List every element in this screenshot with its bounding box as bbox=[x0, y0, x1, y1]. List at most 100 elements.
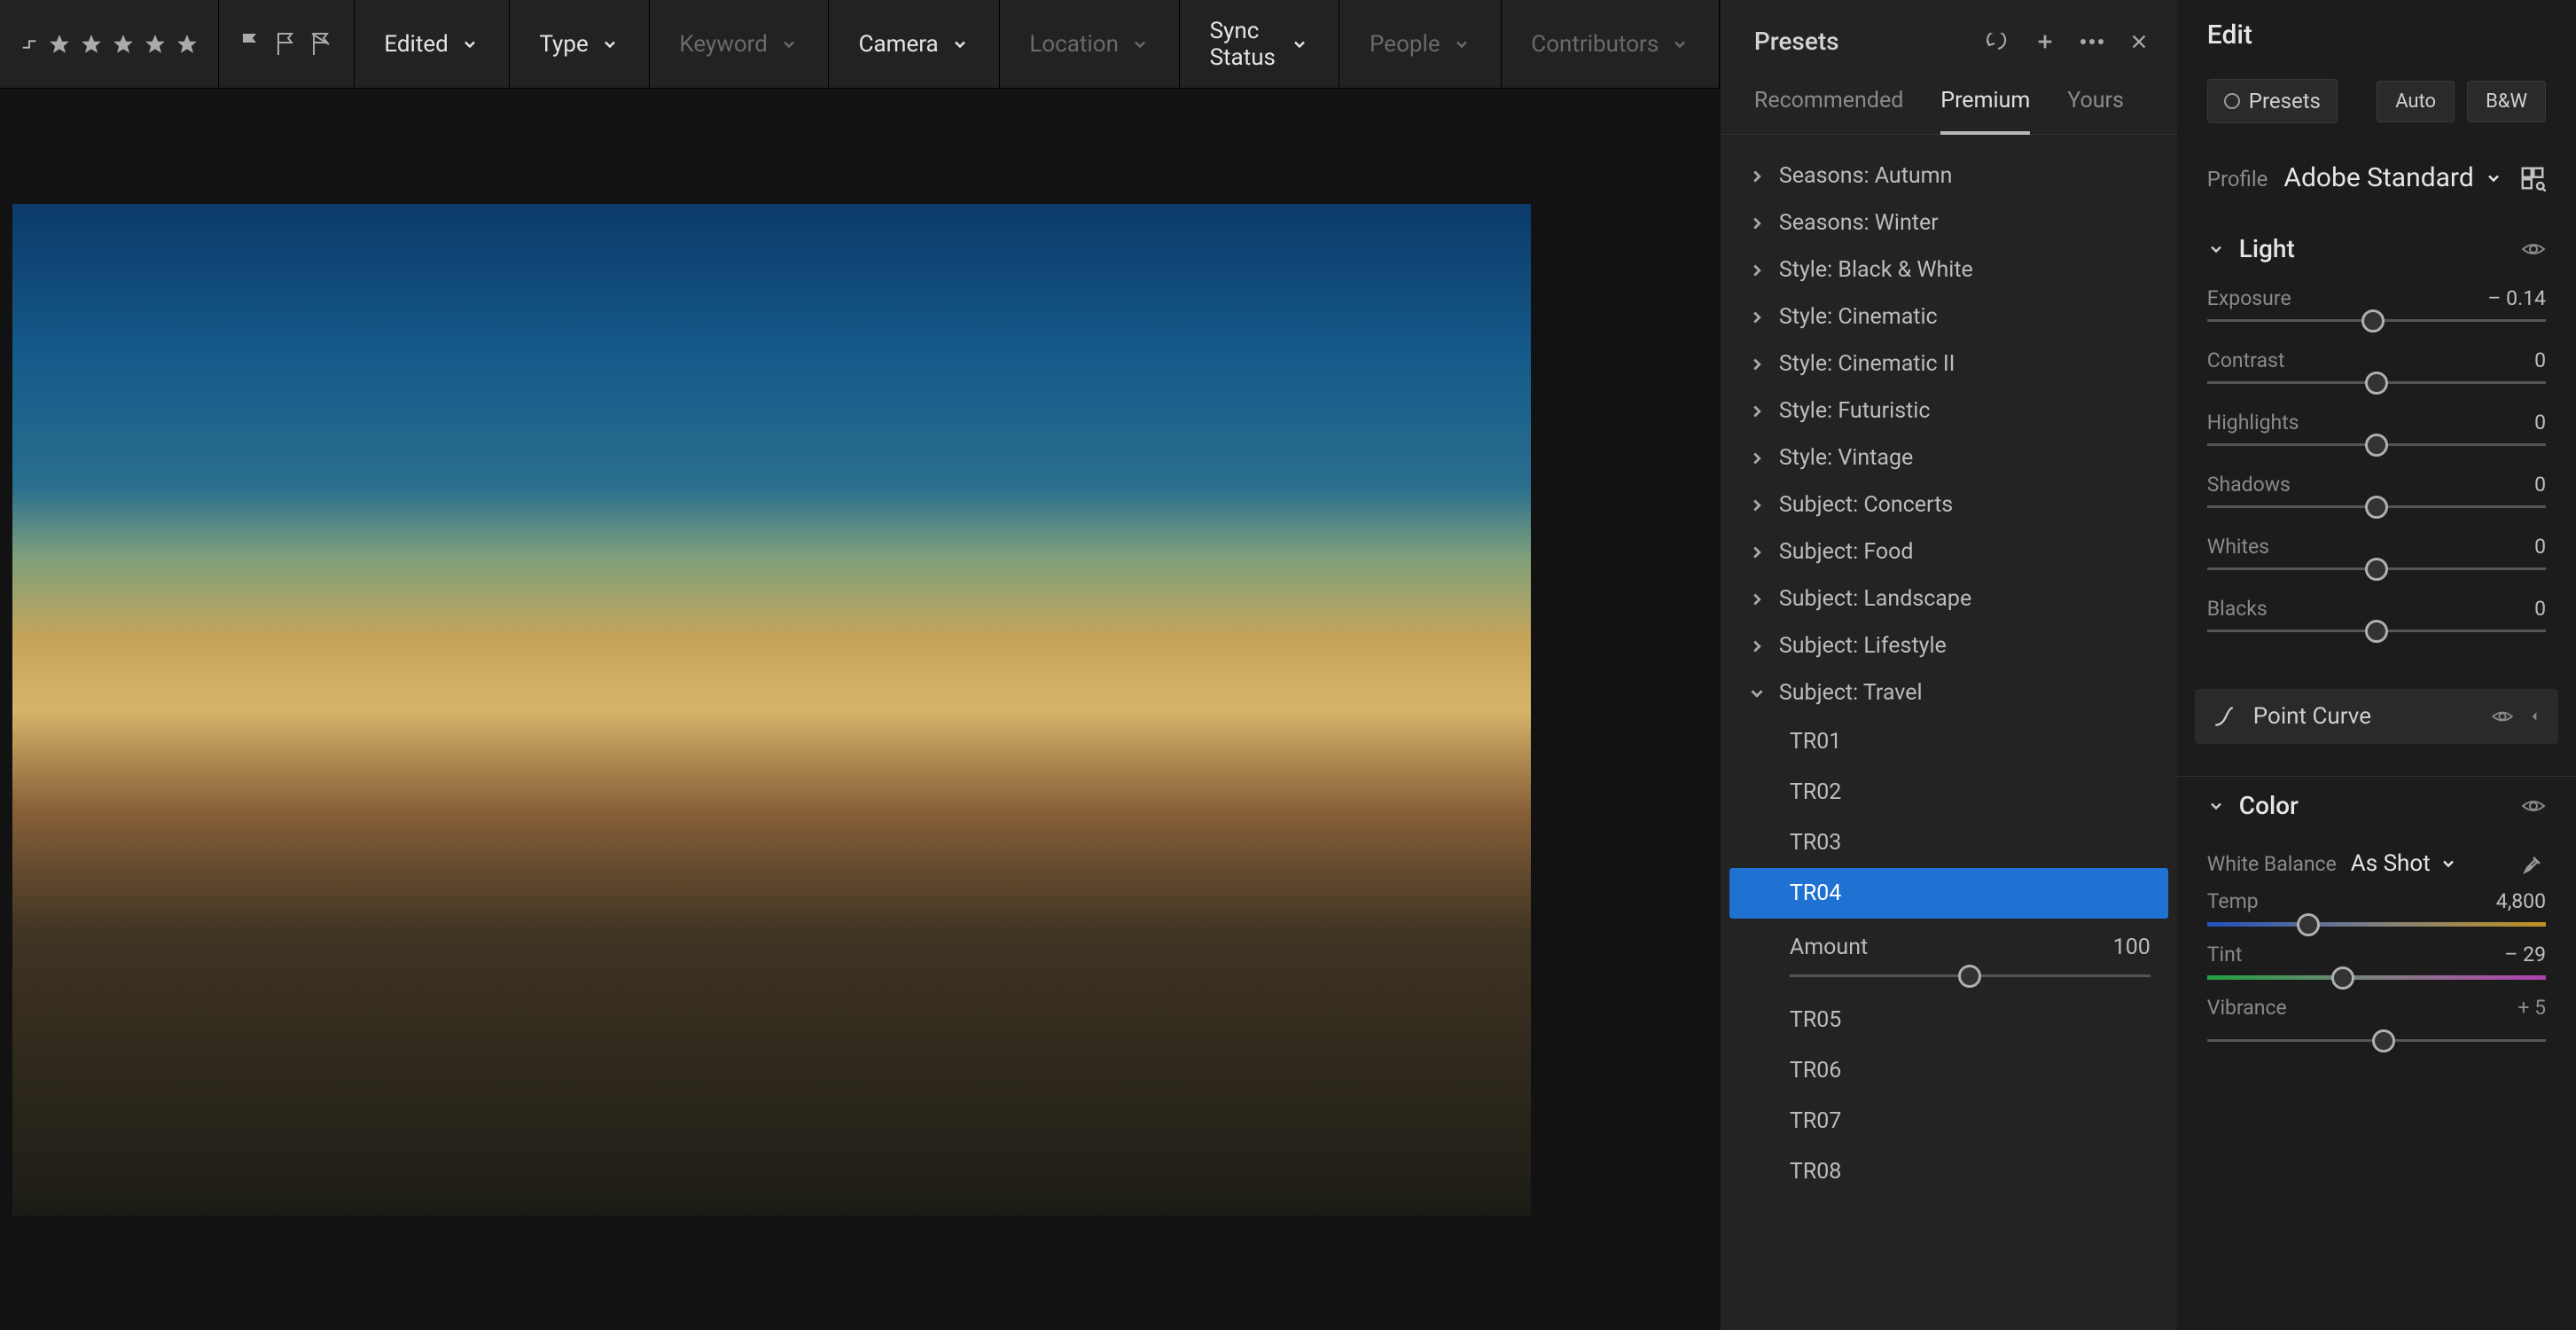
profile-browser-icon[interactable] bbox=[2519, 165, 2546, 192]
preset-group-label: Subject: Concerts bbox=[1779, 492, 1953, 518]
eye-icon[interactable] bbox=[2521, 240, 2546, 258]
amount-label: Amount bbox=[1790, 935, 1868, 960]
point-curve-button[interactable]: Point Curve bbox=[2195, 689, 2558, 744]
flag-picked-icon bbox=[240, 32, 262, 57]
preset-group[interactable]: Seasons: Autumn bbox=[1721, 153, 2177, 200]
blacks-slider[interactable]: Blacks0 bbox=[2207, 597, 2546, 632]
preset-group-label: Seasons: Autumn bbox=[1779, 163, 1952, 189]
rating-filter[interactable] bbox=[0, 33, 218, 56]
chevron-down-icon bbox=[1747, 684, 1767, 703]
tab-yours[interactable]: Yours bbox=[2067, 77, 2124, 134]
filter-keyword[interactable]: Keyword bbox=[649, 0, 828, 88]
eye-icon[interactable] bbox=[2521, 797, 2546, 815]
flag-unflagged-icon bbox=[276, 32, 297, 57]
profile-label: Profile bbox=[2207, 167, 2268, 192]
contrast-slider[interactable]: Contrast0 bbox=[2207, 348, 2546, 384]
tab-recommended[interactable]: Recommended bbox=[1754, 77, 1903, 134]
bw-button[interactable]: B&W bbox=[2467, 81, 2546, 122]
add-icon[interactable] bbox=[2035, 32, 2055, 51]
image-stage bbox=[0, 89, 1720, 1330]
exposure-slider[interactable]: Exposure– 0.14 bbox=[2207, 286, 2546, 322]
eyedropper-icon[interactable] bbox=[2521, 851, 2546, 876]
filter-camera[interactable]: Camera bbox=[829, 0, 999, 88]
edit-panel: Edit Presets Auto B&W Profile Adobe Stan… bbox=[2177, 0, 2576, 1330]
preset-item[interactable]: TR03 bbox=[1721, 818, 2177, 868]
preset-item[interactable]: TR02 bbox=[1721, 767, 2177, 818]
chevron-down-icon[interactable] bbox=[2207, 240, 2225, 258]
flag-rejected-icon bbox=[311, 32, 332, 57]
preset-group-label: Subject: Lifestyle bbox=[1779, 633, 1947, 659]
preset-item[interactable]: TR05 bbox=[1721, 995, 2177, 1045]
chevron-right-icon bbox=[1747, 214, 1767, 233]
star-icon bbox=[80, 33, 103, 56]
light-section-title[interactable]: Light bbox=[2239, 234, 2295, 263]
chevron-right-icon bbox=[1747, 167, 1767, 186]
preset-group-label: Style: Black & White bbox=[1779, 257, 1973, 283]
photo-preview[interactable] bbox=[12, 204, 1531, 1216]
preset-group[interactable]: Subject: Landscape bbox=[1721, 575, 2177, 622]
filter-contributors[interactable]: Contributors bbox=[1501, 0, 1719, 88]
preset-group-label: Subject: Travel bbox=[1779, 680, 1923, 706]
preset-group-label: Style: Vintage bbox=[1779, 445, 1913, 471]
preset-group[interactable]: Subject: Travel bbox=[1721, 669, 2177, 716]
edit-title: Edit bbox=[2207, 20, 2252, 51]
filter-edited[interactable]: Edited bbox=[354, 0, 508, 88]
chevron-right-icon bbox=[1747, 308, 1767, 327]
preset-group[interactable]: Style: Futuristic bbox=[1721, 387, 2177, 434]
presets-button[interactable]: Presets bbox=[2207, 79, 2338, 123]
eye-icon bbox=[2491, 708, 2514, 724]
shadows-slider[interactable]: Shadows0 bbox=[2207, 473, 2546, 508]
preset-group-label: Style: Cinematic II bbox=[1779, 351, 1955, 377]
preset-tabs: Recommended Premium Yours bbox=[1721, 77, 2177, 135]
preset-group[interactable]: Style: Cinematic bbox=[1721, 293, 2177, 340]
preset-list[interactable]: Seasons: Autumn Seasons: Winter Style: Bla… bbox=[1721, 135, 2177, 1330]
undo-icon[interactable] bbox=[1986, 33, 2010, 51]
more-icon[interactable] bbox=[2080, 38, 2104, 45]
chevron-right-icon bbox=[1747, 355, 1767, 374]
presets-title: Presets bbox=[1754, 27, 1839, 56]
preset-group[interactable]: Subject: Concerts bbox=[1721, 481, 2177, 528]
auto-button[interactable]: Auto bbox=[2377, 81, 2455, 122]
tab-premium[interactable]: Premium bbox=[1940, 77, 2030, 135]
chevron-right-icon bbox=[1747, 449, 1767, 468]
preset-group[interactable]: Seasons: Winter bbox=[1721, 200, 2177, 246]
chevron-right-icon bbox=[1747, 590, 1767, 609]
chevron-down-icon[interactable] bbox=[2207, 797, 2225, 815]
vibrance-slider[interactable] bbox=[2207, 1029, 2546, 1053]
filter-type[interactable]: Type bbox=[509, 0, 648, 88]
highlights-slider[interactable]: Highlights0 bbox=[2207, 411, 2546, 446]
whites-slider[interactable]: Whites0 bbox=[2207, 535, 2546, 570]
filter-people[interactable]: People bbox=[1339, 0, 1501, 88]
preset-group-label: Style: Futuristic bbox=[1779, 398, 1931, 424]
profile-dropdown[interactable]: Adobe Standard bbox=[2283, 162, 2502, 193]
chevron-right-icon bbox=[1747, 543, 1767, 562]
curve-icon bbox=[2213, 705, 2236, 728]
filter-sync-status[interactable]: Sync Status bbox=[1180, 0, 1339, 88]
temp-slider[interactable] bbox=[2207, 922, 2546, 927]
comparison-icon bbox=[20, 35, 39, 54]
presets-panel: Presets Recommended Premium Yours Season… bbox=[1720, 0, 2177, 1330]
chevron-right-icon bbox=[1747, 496, 1767, 515]
chevron-right-icon bbox=[1747, 637, 1767, 656]
close-icon[interactable] bbox=[2129, 32, 2149, 51]
preset-group[interactable]: Style: Cinematic II bbox=[1721, 340, 2177, 387]
color-section-title[interactable]: Color bbox=[2239, 791, 2299, 820]
star-icon bbox=[176, 33, 199, 56]
preset-group[interactable]: Style: Vintage bbox=[1721, 434, 2177, 481]
tint-slider[interactable] bbox=[2207, 975, 2546, 980]
chevron-right-icon bbox=[1747, 402, 1767, 421]
preset-item[interactable]: TR04 bbox=[1729, 868, 2168, 919]
amount-slider[interactable] bbox=[1721, 966, 2177, 995]
preset-group[interactable]: Subject: Lifestyle bbox=[1721, 622, 2177, 669]
preset-item[interactable]: TR06 bbox=[1721, 1045, 2177, 1096]
chevron-right-icon bbox=[1747, 261, 1767, 280]
white-balance-dropdown[interactable]: As Shot bbox=[2351, 850, 2457, 877]
preset-item[interactable]: TR01 bbox=[1721, 716, 2177, 767]
preset-group-label: Seasons: Winter bbox=[1779, 210, 1939, 236]
filter-location[interactable]: Location bbox=[999, 0, 1179, 88]
flag-filter[interactable] bbox=[219, 32, 354, 57]
preset-item[interactable]: TR07 bbox=[1721, 1096, 2177, 1146]
preset-group[interactable]: Subject: Food bbox=[1721, 528, 2177, 575]
preset-item[interactable]: TR08 bbox=[1721, 1146, 2177, 1197]
preset-group[interactable]: Style: Black & White bbox=[1721, 246, 2177, 293]
